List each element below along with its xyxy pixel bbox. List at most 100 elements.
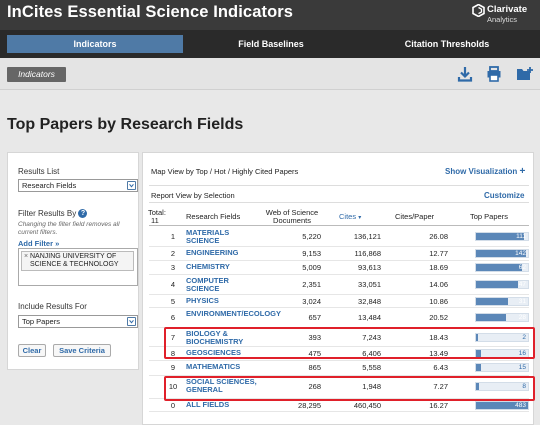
rank-cell: 4	[170, 280, 176, 289]
clarivate-logo-icon	[472, 4, 485, 17]
tab-field-baselines[interactable]: Field Baselines	[183, 35, 359, 53]
rank-cell: 3	[170, 263, 176, 272]
top-papers-bar[interactable]: 483	[475, 401, 529, 410]
table-row: 5 PHYSICS 3,024 32,848 10.86 31	[143, 295, 535, 308]
top-papers-bar[interactable]: 62	[475, 263, 529, 272]
top-papers-bar[interactable]: 15	[475, 363, 529, 372]
header-divider	[149, 225, 529, 226]
documents-header-line2: Documents	[273, 216, 311, 225]
cites-cell: 116,868	[354, 249, 381, 258]
top-papers-bar-fill	[476, 281, 518, 288]
documents-cell: 865	[308, 363, 321, 372]
field-link[interactable]: MATHEMATICS	[186, 363, 258, 371]
filter-results-text: Filter Results By	[18, 209, 77, 218]
main-tabs: Indicators Field Baselines Citation Thre…	[0, 30, 540, 58]
cites-per-paper-cell: 6.43	[433, 363, 448, 372]
remove-filter-icon[interactable]: ×	[24, 253, 28, 261]
filter-results-label: Filter Results By ?	[18, 209, 88, 219]
help-icon[interactable]: ?	[78, 209, 88, 219]
tab-citation-thresholds[interactable]: Citation Thresholds	[359, 35, 535, 53]
sub-toolbar: Indicators	[0, 58, 540, 90]
table-row: 9 MATHEMATICS 865 5,558 6.43 15	[143, 361, 535, 376]
app-header: InCites Essential Science Indicators Cla…	[0, 0, 540, 30]
cites-per-paper-header: Cites/Paper	[395, 212, 435, 221]
field-link[interactable]: MATERIALS SCIENCE	[186, 229, 258, 245]
include-results-select[interactable]: Top Papers	[18, 315, 138, 328]
results-list-value: Research Fields	[22, 181, 77, 190]
filter-hint: Changing the filter field removes all cu…	[18, 221, 120, 236]
top-papers-bar[interactable]: 142	[475, 249, 529, 258]
results-list-select[interactable]: Research Fields	[18, 179, 138, 192]
tab-indicators[interactable]: Indicators	[7, 35, 183, 53]
cites-cell: 93,613	[358, 263, 381, 272]
top-papers-bar[interactable]: 111	[475, 232, 529, 241]
results-list-label: Results List	[18, 167, 60, 176]
top-papers-bar-fill	[476, 298, 508, 305]
chevron-down-icon	[127, 181, 136, 190]
top-papers-bar-fill	[476, 364, 481, 371]
field-link[interactable]: ALL FIELDS	[186, 401, 258, 409]
indicators-button[interactable]: Indicators	[7, 67, 66, 82]
highlight-box	[164, 376, 535, 401]
cites-per-paper-cell: 16.27	[429, 401, 448, 410]
cites-header-label: Cites	[339, 212, 357, 221]
filter-sidebar: Results List Research Fields Filter Resu…	[7, 152, 139, 370]
add-filter-link[interactable]: Add Filter »	[18, 239, 59, 248]
show-visualization-link[interactable]: Show Visualization +	[445, 166, 525, 177]
top-papers-bar[interactable]: 28	[475, 313, 529, 322]
include-results-value: Top Papers	[22, 317, 60, 326]
rank-cell: 9	[170, 363, 176, 372]
plus-icon: +	[519, 166, 526, 177]
page-title: Top Papers by Research Fields	[7, 116, 244, 133]
highlight-box	[164, 327, 535, 359]
table-row: 3 CHEMISTRY 5,009 93,613 18.69 62	[143, 261, 535, 275]
top-papers-value: 142	[515, 250, 526, 257]
documents-cell: 28,295	[298, 401, 321, 410]
include-results-label: Include Results For	[18, 302, 87, 311]
cites-per-paper-cell: 12.77	[429, 249, 448, 258]
rank-cell: 1	[170, 232, 176, 241]
top-papers-value: 31	[518, 298, 526, 305]
top-papers-bar-fill	[476, 264, 522, 271]
filter-box: × NANJING UNIVERSITY OF SCIENCE & TECHNO…	[18, 248, 138, 286]
table-row: 6 ENVIRONMENT/ECOLOGY 657 13,484 20.52 28	[143, 308, 535, 328]
total-header: Total: 11	[148, 209, 174, 225]
chevron-down-icon	[127, 317, 136, 326]
download-icon[interactable]	[457, 66, 473, 82]
rank-cell: 0	[170, 401, 176, 410]
documents-cell: 2,351	[302, 280, 321, 289]
report-view-title: Report View by Selection	[151, 191, 235, 200]
cites-per-paper-cell: 14.06	[429, 280, 448, 289]
show-visualization-label: Show Visualization	[445, 167, 518, 176]
top-papers-value: 28	[518, 314, 526, 321]
brand-sub: Analytics	[487, 15, 518, 24]
save-criteria-button[interactable]: Save Criteria	[53, 344, 111, 357]
add-folder-icon[interactable]	[516, 66, 534, 82]
top-papers-bar[interactable]: 47	[475, 280, 529, 289]
top-papers-value: 47	[518, 281, 526, 288]
rank-cell: 2	[170, 249, 176, 258]
cites-cell: 13,484	[358, 313, 381, 322]
field-link[interactable]: COMPUTER SCIENCE	[186, 277, 258, 293]
top-papers-value: 62	[518, 264, 526, 271]
field-link[interactable]: ENGINEERING	[186, 249, 258, 257]
top-papers-bar[interactable]: 31	[475, 297, 529, 306]
customize-link[interactable]: Customize	[484, 191, 524, 200]
total-count: 11	[151, 216, 159, 225]
cites-header[interactable]: Cites ▾	[339, 213, 361, 222]
field-link[interactable]: PHYSICS	[186, 297, 258, 305]
cites-cell: 136,121	[353, 232, 381, 241]
table-row: 2 ENGINEERING 9,153 116,868 12.77 142	[143, 247, 535, 261]
documents-cell: 9,153	[302, 249, 321, 258]
cites-cell: 32,848	[358, 297, 381, 306]
rank-cell: 6	[170, 313, 176, 322]
field-link[interactable]: ENVIRONMENT/ECOLOGY	[186, 310, 281, 318]
cites-per-paper-cell: 20.52	[429, 313, 448, 322]
print-icon[interactable]	[486, 66, 502, 82]
clear-button[interactable]: Clear	[18, 344, 46, 357]
documents-cell: 5,009	[302, 263, 321, 272]
brand-name: Clarivate	[487, 4, 528, 15]
divider	[149, 202, 529, 203]
documents-header[interactable]: Web of Science Documents	[259, 209, 325, 225]
field-link[interactable]: CHEMISTRY	[186, 263, 258, 271]
